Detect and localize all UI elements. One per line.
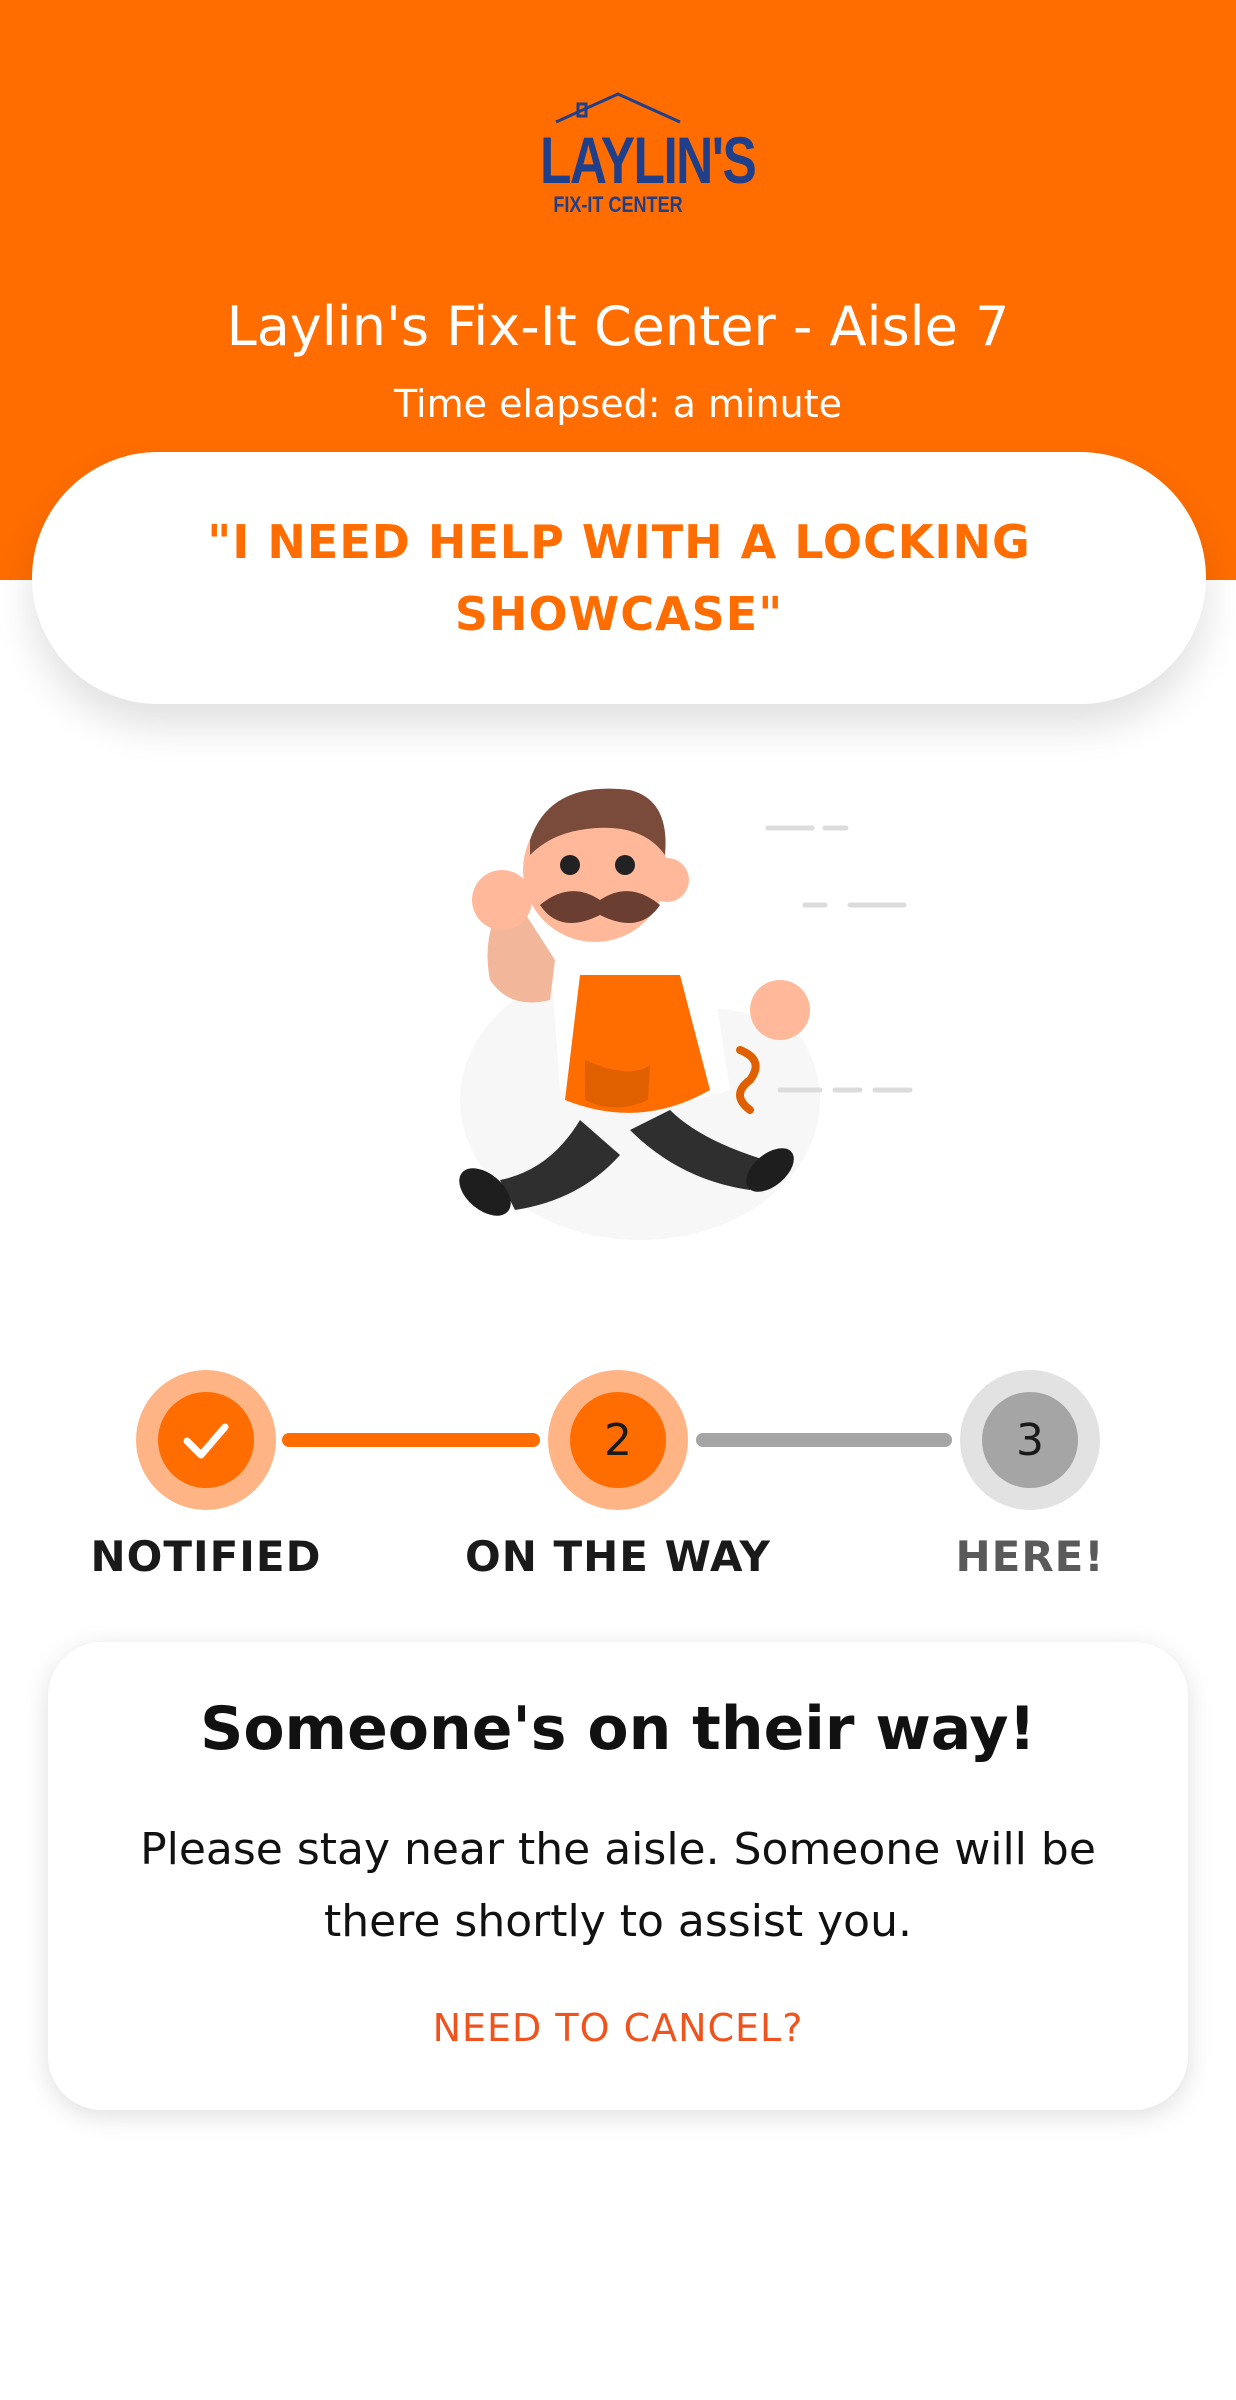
step-here-number: 3 (982, 1392, 1078, 1488)
status-message: Please stay near the aisle. Someone will… (140, 1824, 1096, 1947)
request-summary: "I NEED HELP WITH A LOCKING SHOWCASE" (32, 452, 1206, 704)
time-elapsed: Time elapsed: a minute (394, 382, 842, 426)
request-text: "I NEED HELP WITH A LOCKING SHOWCASE" (207, 515, 1031, 641)
step-here-indicator: 3 (960, 1370, 1100, 1510)
store-logo: LAYLIN'S FIX-IT CENTER (518, 92, 757, 222)
step-notified-indicator (136, 1370, 276, 1510)
running-associate-illustration (380, 760, 940, 1320)
step-on-the-way-number: 2 (570, 1392, 666, 1488)
progress-connector-pending (696, 1433, 952, 1447)
status-title: Someone's on their way! (200, 1694, 1036, 1764)
progress-connector-complete (282, 1433, 540, 1447)
step-on-the-way-indicator: 2 (548, 1370, 688, 1510)
step-here-label: HERE! (955, 1532, 1105, 1581)
status-card: Someone's on their way! Please stay near… (48, 1642, 1188, 2110)
step-on-the-way-label: ON THE WAY (465, 1532, 771, 1581)
logo-subtitle: FIX-IT CENTER (553, 192, 683, 217)
progress-stepper: 2 3 NOTIFIED ON THE WAY HERE! (0, 1370, 1236, 1610)
check-icon (183, 1423, 229, 1459)
step-notified-core (158, 1392, 254, 1488)
cancel-request-link[interactable]: NEED TO CANCEL? (48, 2006, 1188, 2050)
store-location-title: Laylin's Fix-It Center - Aisle 7 (226, 295, 1010, 358)
step-notified-label: NOTIFIED (90, 1532, 322, 1581)
logo-wordmark: LAYLIN'S (540, 123, 757, 197)
